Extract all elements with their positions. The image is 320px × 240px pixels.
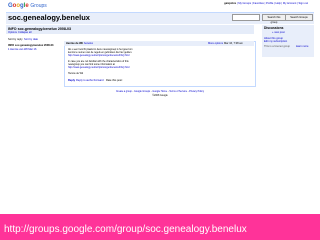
faq-link[interactable]: http://www.genealogy.net/scripts/socgenb… xyxy=(68,54,129,57)
search-groups-button[interactable]: Search Groups xyxy=(285,14,313,21)
discussions-heading: Discussions xyxy=(264,26,284,30)
nav-my-groups[interactable]: My Groups xyxy=(238,2,251,5)
search-input[interactable] xyxy=(232,14,260,21)
reply-link[interactable]: Reply xyxy=(68,79,75,82)
footer-links: Create a group - Google Groups - Google … xyxy=(115,90,205,93)
message-date: Mar 16, 7:38 am xyxy=(224,42,243,45)
faq-link[interactable]: http://www.genealogy.net/scripts/socgenb… xyxy=(68,66,129,69)
footer-terms[interactable]: Terms of Service xyxy=(169,90,187,93)
footer-google-groups[interactable]: Google Groups xyxy=(134,90,150,93)
thread-list-item-meta[interactable]: 1 Hennie van Wil Mar 16 xyxy=(8,48,36,51)
message-to[interactable]: benelux xyxy=(84,42,93,45)
footer-privacy[interactable]: Privacy Policy xyxy=(189,90,204,93)
url-caption[interactable]: http://groups.google.com/group/soc.genea… xyxy=(4,224,247,235)
sort-by-reply-label: Sort by reply xyxy=(8,38,23,41)
nav-my-account[interactable]: My Account xyxy=(283,2,296,5)
nav-help[interactable]: Help xyxy=(275,2,280,5)
google-groups-logo[interactable]: Google Groups xyxy=(8,3,47,10)
top-navigation: gaisjohns | My Groups | Favorites | Prof… xyxy=(224,2,308,5)
learn-more-link[interactable]: learn more xyxy=(296,45,308,48)
user-email: gaisjohns xyxy=(224,2,237,5)
sort-by-date-link[interactable]: Sort by date xyxy=(24,38,38,41)
forward-link[interactable]: Forward xyxy=(94,79,104,82)
search-this-group-button[interactable]: Search this group xyxy=(262,14,286,24)
nav-favorites[interactable]: Favorites xyxy=(253,2,264,5)
footer-copyright: ©2008 Google xyxy=(152,94,168,97)
reply-to-author-link[interactable]: Reply to author xyxy=(76,79,94,82)
footer-google-home[interactable]: Google Home xyxy=(152,90,167,93)
nav-sign-out[interactable]: Sign out xyxy=(298,2,308,5)
message-signature: Hennie de Wit xyxy=(68,72,84,75)
groups-product-label: Groups xyxy=(30,3,47,9)
nav-profile[interactable]: Profile xyxy=(266,2,273,5)
message-from[interactable]: Hennie de Wit xyxy=(66,42,83,45)
group-title[interactable]: soc.genealogy.benelux xyxy=(8,13,90,22)
collapse-all-link[interactable]: Collapse all xyxy=(18,31,31,34)
edit-subscription-link[interactable]: Edit my subscription xyxy=(264,40,287,43)
options-link[interactable]: Options xyxy=(8,31,17,34)
usenet-note: This is a Usenet group xyxy=(264,45,290,48)
footer-create-group[interactable]: Create a group xyxy=(116,90,132,93)
rate-post-label: Rate this post: xyxy=(106,79,123,82)
more-options-link[interactable]: More options xyxy=(208,42,223,45)
new-post-link[interactable]: + new post xyxy=(272,31,285,34)
